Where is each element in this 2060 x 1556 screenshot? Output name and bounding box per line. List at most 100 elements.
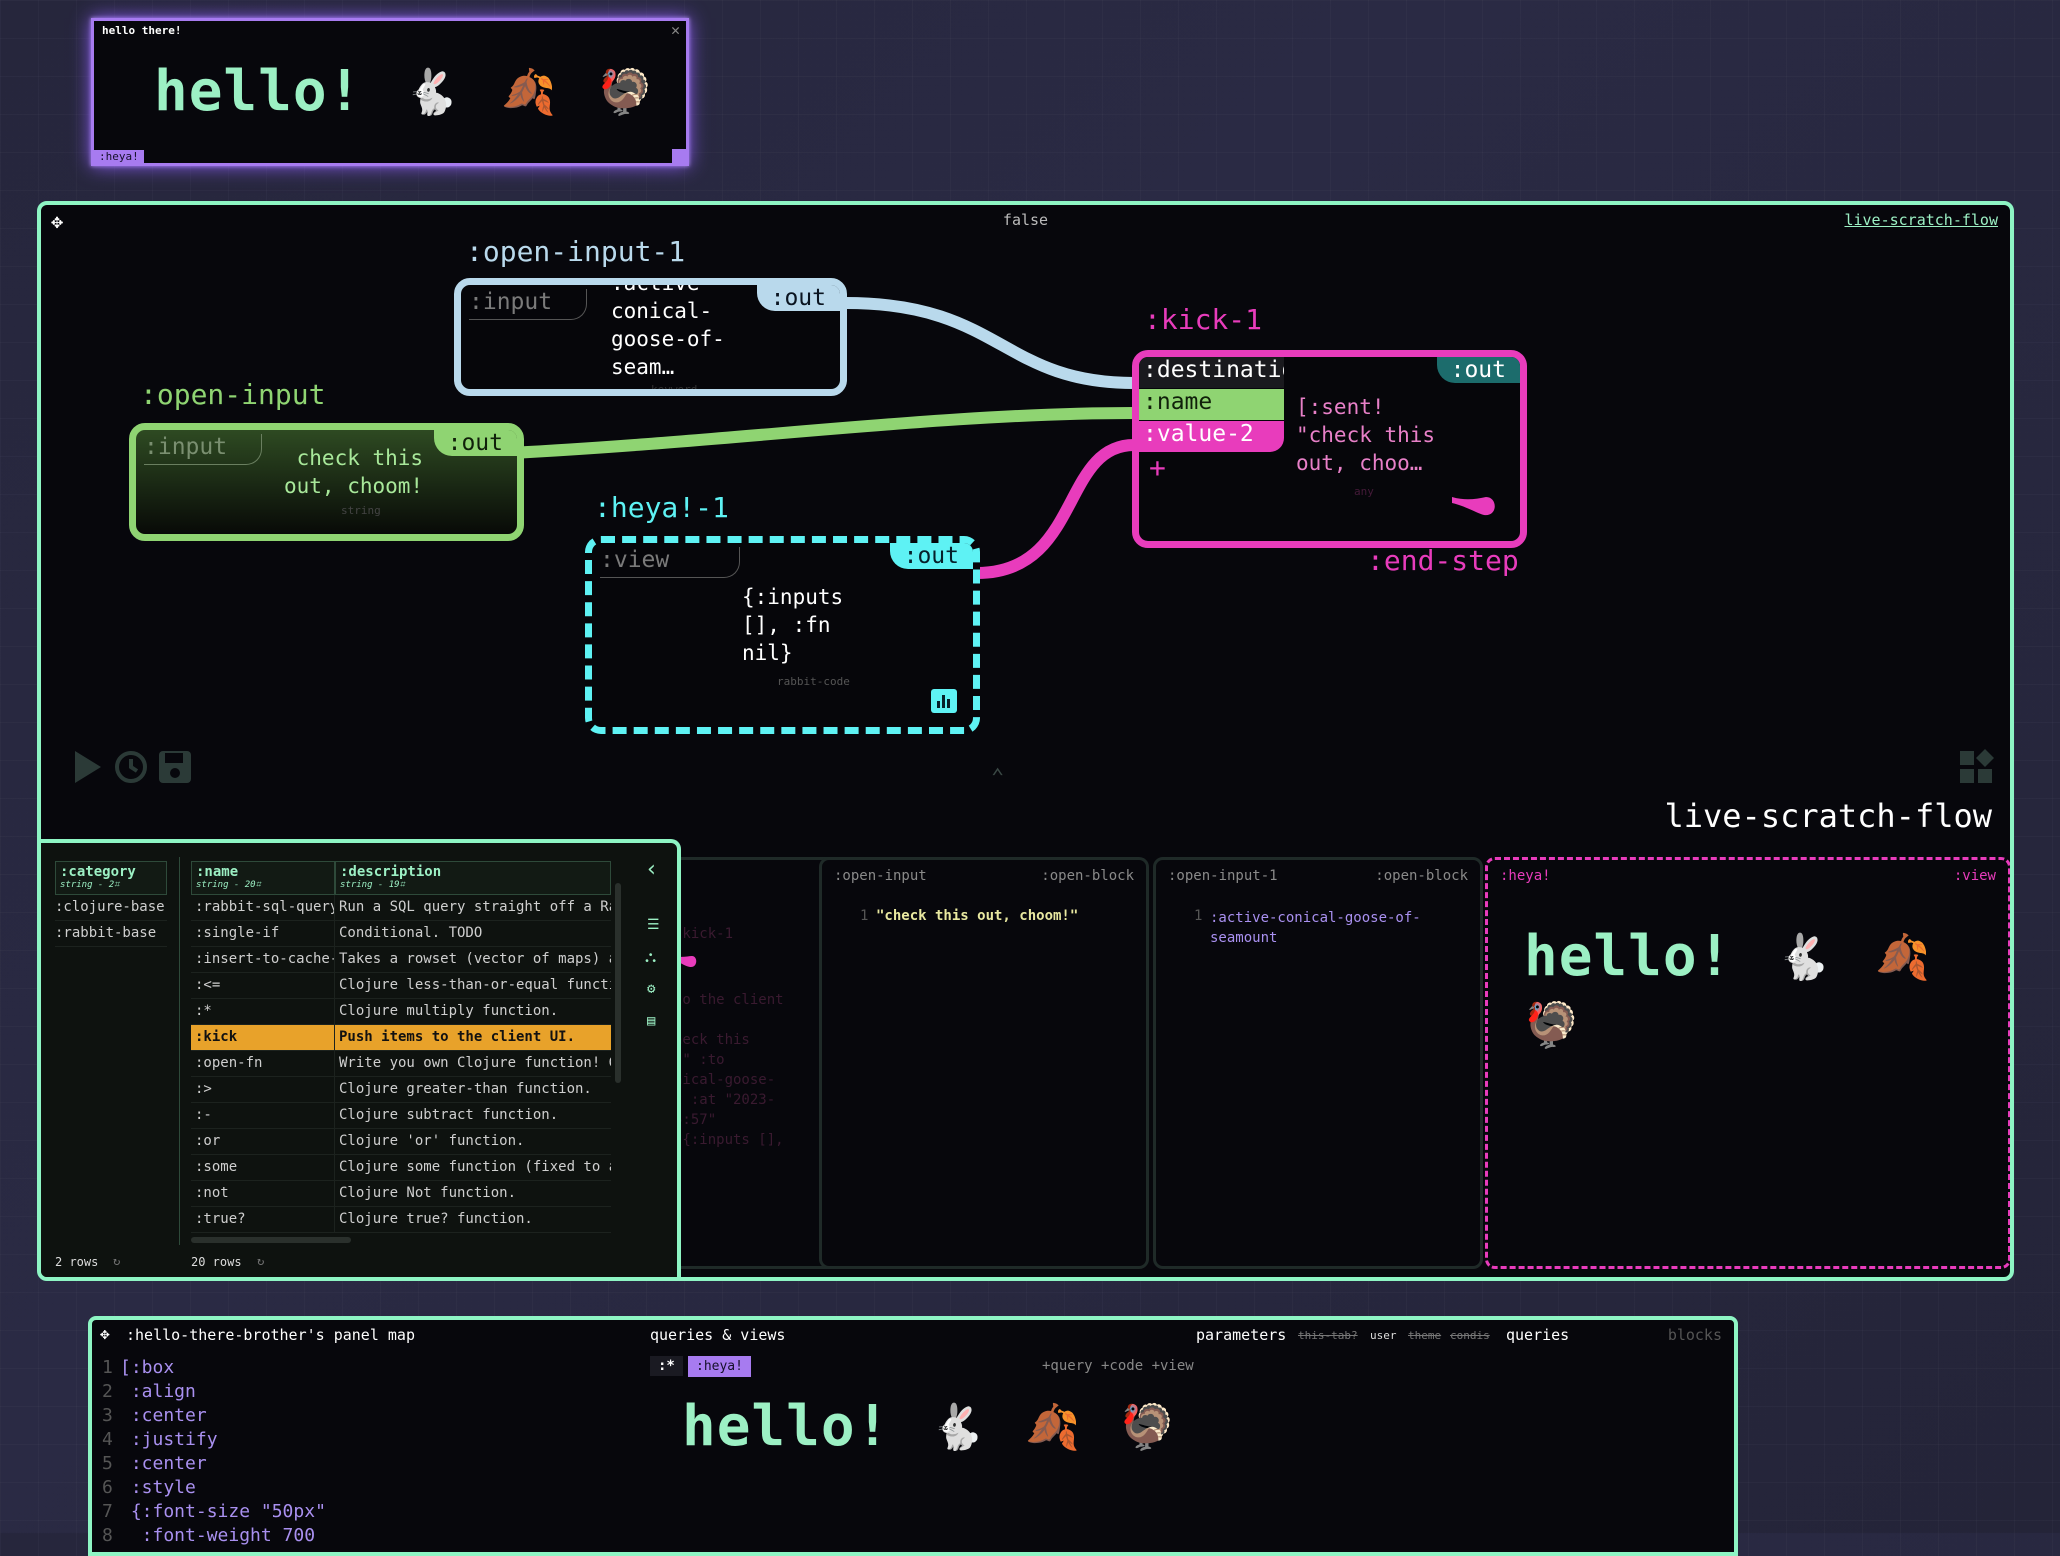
close-icon[interactable]: ✕ bbox=[671, 21, 680, 39]
category-row[interactable]: :clojure-base bbox=[55, 895, 167, 921]
query-star-tab[interactable]: :* bbox=[650, 1356, 683, 1376]
widgets-icon[interactable] bbox=[1958, 749, 1994, 789]
chevron-up-icon[interactable]: ⌃ bbox=[991, 765, 1004, 790]
name-column-header[interactable]: :name string - 20⌗ bbox=[191, 861, 335, 895]
port-out[interactable]: :out bbox=[1436, 357, 1520, 383]
function-description-cell: Clojure true? function. bbox=[339, 1211, 533, 1227]
turkey-icon: 🦃 bbox=[1524, 1000, 1579, 1051]
open-input-card[interactable]: :open-input :open-block 1 "check this ou… bbox=[819, 857, 1149, 1269]
node-type: rabbit-code bbox=[777, 675, 850, 688]
rabbit-icon: 🐇 bbox=[930, 1401, 986, 1453]
blocks-icon[interactable]: ⛬ bbox=[645, 947, 656, 967]
category-row[interactable]: :rabbit-base bbox=[55, 921, 167, 947]
panel-tag[interactable]: :heya! bbox=[94, 150, 144, 163]
port-out[interactable]: :out bbox=[756, 285, 840, 311]
map-preview: hello! 🐇 🍂 🦃 bbox=[682, 1394, 1175, 1459]
gear-icon[interactable]: ⚙ bbox=[647, 981, 655, 997]
description-column-header[interactable]: :description string - 19⌗ bbox=[335, 861, 611, 895]
resize-handle[interactable] bbox=[672, 149, 686, 163]
table-row[interactable]: :or Clojure 'or' function. bbox=[191, 1129, 611, 1155]
port-name[interactable]: :name bbox=[1139, 389, 1284, 420]
vertical-scrollbar[interactable] bbox=[615, 883, 621, 1083]
open-input-1-card[interactable]: :open-input-1 :open-block 1 :active-coni… bbox=[1153, 857, 1483, 1269]
function-name-cell: :rabbit-sql-query bbox=[191, 895, 335, 920]
code-line: 8 :font-weight 700 bbox=[102, 1524, 326, 1548]
rabbit-icon: 🐇 bbox=[404, 66, 460, 118]
queries-tab[interactable]: queries bbox=[1506, 1326, 1569, 1344]
function-name-cell: :or bbox=[191, 1129, 335, 1154]
table-row[interactable]: :true? Clojure true? function. bbox=[191, 1207, 611, 1233]
add-port-icon[interactable]: + bbox=[1149, 451, 1166, 484]
table-row[interactable]: :insert-to-cache-d Takes a rowset (vector… bbox=[191, 947, 611, 973]
port-destination[interactable]: :destinatio bbox=[1139, 357, 1284, 388]
library-panel[interactable]: :category string - 2⌗ :clojure-base :rab… bbox=[41, 839, 681, 1277]
table-row[interactable]: :rabbit-sql-query Run a SQL query straigh… bbox=[191, 895, 611, 921]
node-type: keyword bbox=[651, 383, 698, 396]
param-theme[interactable]: theme bbox=[1408, 1329, 1441, 1342]
line-number: 4 bbox=[102, 1429, 113, 1450]
node-label-heya-1: :heya!-1 bbox=[594, 491, 729, 524]
connector-heya bbox=[976, 439, 1135, 579]
hello-text: hello! bbox=[682, 1394, 891, 1459]
port-input[interactable]: :input bbox=[144, 434, 263, 465]
param-this-tab[interactable]: this-tab? bbox=[1298, 1329, 1358, 1342]
node-open-input[interactable]: :input :out check this out, choom! strin… bbox=[129, 423, 524, 541]
function-name-cell: :true? bbox=[191, 1207, 335, 1232]
port-out[interactable]: :out bbox=[433, 430, 517, 456]
node-open-input-1[interactable]: :input :out :active- conical- goose-of- … bbox=[454, 278, 847, 396]
node-heya-1[interactable]: :view :out {:inputs [], :fn nil} rabbit-… bbox=[585, 536, 980, 734]
heya-card[interactable]: :heya! :view hello! 🐇 🍂 🦃 bbox=[1485, 857, 2010, 1269]
query-heya-tab[interactable]: :heya! bbox=[688, 1356, 751, 1377]
function-description-cell: Takes a rowset (vector of maps) and bbox=[339, 951, 611, 967]
refresh-icon[interactable]: ↻ bbox=[113, 1254, 120, 1268]
horizontal-scrollbar[interactable] bbox=[191, 1237, 351, 1243]
chevron-left-icon[interactable]: ‹ bbox=[645, 857, 658, 882]
play-icon[interactable] bbox=[71, 749, 105, 789]
table-row[interactable]: :not Clojure Not function. bbox=[191, 1181, 611, 1207]
function-description-cell: Clojure less-than-or-equal function bbox=[339, 977, 611, 993]
node-type: any bbox=[1354, 485, 1374, 498]
bar-chart-icon[interactable] bbox=[931, 689, 957, 713]
port-input[interactable]: :input bbox=[469, 289, 588, 320]
table-row[interactable]: :<= Clojure less-than-or-equal function bbox=[191, 973, 611, 999]
live-scratch-flow-panel[interactable]: ✥ false live-scratch-flow :open-input-1 … bbox=[37, 201, 2014, 1281]
param-condis[interactable]: condis bbox=[1450, 1329, 1490, 1342]
table-row[interactable]: :single-if Conditional. TODO bbox=[191, 921, 611, 947]
panel-icon[interactable]: ▤ bbox=[647, 1013, 655, 1029]
refresh-icon[interactable]: ↻ bbox=[257, 1254, 264, 1268]
code-editor[interactable]: 1 [:box 2 :align 3 :center 4 :justify 5 :cent… bbox=[102, 1356, 326, 1548]
function-description-cell: Write you own Clojure function! Goo bbox=[339, 1055, 611, 1071]
card-type: :view bbox=[1953, 868, 1996, 884]
node-kick-1[interactable]: :destinatio :name :value-2 + :out [:sent… bbox=[1132, 350, 1527, 548]
list-icon[interactable]: ☰ bbox=[647, 917, 660, 933]
category-header[interactable]: :category string - 2⌗ bbox=[55, 861, 167, 895]
flow-title: live-scratch-flow bbox=[1664, 797, 1992, 835]
function-name-cell: :single-if bbox=[191, 921, 335, 946]
table-row[interactable]: :> Clojure greater-than function. bbox=[191, 1077, 611, 1103]
history-icon[interactable] bbox=[111, 749, 151, 789]
param-user[interactable]: user bbox=[1370, 1329, 1397, 1342]
port-out[interactable]: :out bbox=[889, 543, 973, 569]
save-icon[interactable] bbox=[157, 749, 193, 789]
function-name-cell: :kick bbox=[191, 1025, 335, 1050]
rabbit-icon: 🐇 bbox=[1776, 931, 1832, 983]
table-row[interactable]: :some Clojure some function (fixed to act bbox=[191, 1155, 611, 1181]
hello-there-panel[interactable]: hello there! ✕ hello! 🐇 🍂 🦃 :heya! bbox=[91, 18, 689, 166]
panel-map[interactable]: ✥ :hello-there-brother's panel map queri… bbox=[88, 1316, 1738, 1556]
table-row[interactable]: :open-fn Write you own Clojure function! … bbox=[191, 1051, 611, 1077]
function-name-cell: :not bbox=[191, 1181, 335, 1206]
line-number: 1 bbox=[1194, 908, 1203, 924]
port-value-2[interactable]: :value-2 bbox=[1139, 421, 1284, 452]
connector-open-input bbox=[510, 407, 1135, 459]
table-row[interactable]: :- Clojure subtract function. bbox=[191, 1103, 611, 1129]
card-title: :open-input bbox=[834, 868, 927, 884]
fallen-leaf-icon: 🍂 bbox=[501, 66, 556, 118]
function-name-cell: :<= bbox=[191, 973, 335, 998]
add-query-code-view[interactable]: +query +code +view bbox=[1042, 1358, 1194, 1374]
card-value: "check this out, choom!" bbox=[876, 908, 1079, 924]
table-row[interactable]: :kick Push items to the client UI. bbox=[191, 1025, 611, 1051]
drag-move-icon[interactable]: ✥ bbox=[100, 1324, 110, 1343]
table-row[interactable]: :* Clojure multiply function. bbox=[191, 999, 611, 1025]
blocks-tab[interactable]: blocks bbox=[1668, 1326, 1722, 1344]
port-view[interactable]: :view bbox=[600, 547, 741, 578]
